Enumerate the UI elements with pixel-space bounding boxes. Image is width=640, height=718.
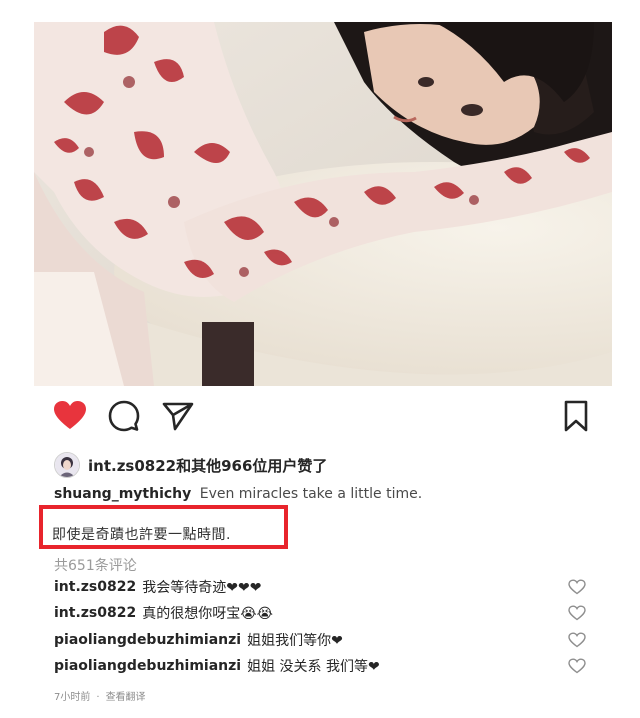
post-photo[interactable] [34,22,612,386]
post-meta: 7小时前 · 查看翻译 [54,688,146,703]
bookmark-icon[interactable] [558,398,594,434]
likes-text[interactable]: int.zs0822和其他966位用户赞了 [88,455,327,476]
comment-text: 姐姐我们等你❤ [247,633,343,649]
comment-text: 我会等待奇迹❤❤❤ [142,580,262,596]
share-send-icon[interactable] [160,398,196,434]
comment-username[interactable]: piaoliangdebuzhimianzi [54,632,241,648]
comment-text: 真的很想你呀宝😭😭 [142,606,273,622]
comment-like-heart-icon[interactable] [568,632,586,648]
post-timestamp: 7小时前 [54,692,91,703]
see-translation-link[interactable]: 查看翻译 [106,692,146,703]
comment-row: int.zs0822 我会等待奇迹❤❤❤ [54,576,594,598]
comment-username[interactable]: int.zs0822 [54,579,136,595]
comment-like-heart-icon[interactable] [568,605,586,621]
comment-text: 姐姐 没关系 我们等❤ [247,659,380,675]
caption-text: Even miracles take a little time. [199,486,423,502]
liker-avatar[interactable] [54,452,80,478]
comment-username[interactable]: int.zs0822 [54,605,136,621]
comment-like-heart-icon[interactable] [568,579,586,595]
post-caption: shuang_mythichy Even miracles take a lit… [54,486,422,502]
view-all-comments-link[interactable]: 共651条评论 [54,555,137,575]
likes-summary[interactable]: int.zs0822和其他966位用户赞了 [54,452,327,478]
comment-row: piaoliangdebuzhimianzi 姐姐我们等你❤ [54,629,594,651]
comment-username[interactable]: piaoliangdebuzhimianzi [54,658,241,674]
comment-row: int.zs0822 真的很想你呀宝😭😭 [54,602,594,624]
post-photo-illustration [34,22,612,386]
like-heart-icon[interactable] [52,398,88,434]
comment-like-heart-icon[interactable] [568,658,586,674]
action-bar [0,398,640,438]
meta-separator: · [96,692,100,703]
comment-row: piaoliangdebuzhimianzi 姐姐 没关系 我们等❤ [54,655,594,677]
caption-username[interactable]: shuang_mythichy [54,486,191,502]
red-highlight-box [39,505,288,549]
comment-bubble-icon[interactable] [106,398,142,434]
